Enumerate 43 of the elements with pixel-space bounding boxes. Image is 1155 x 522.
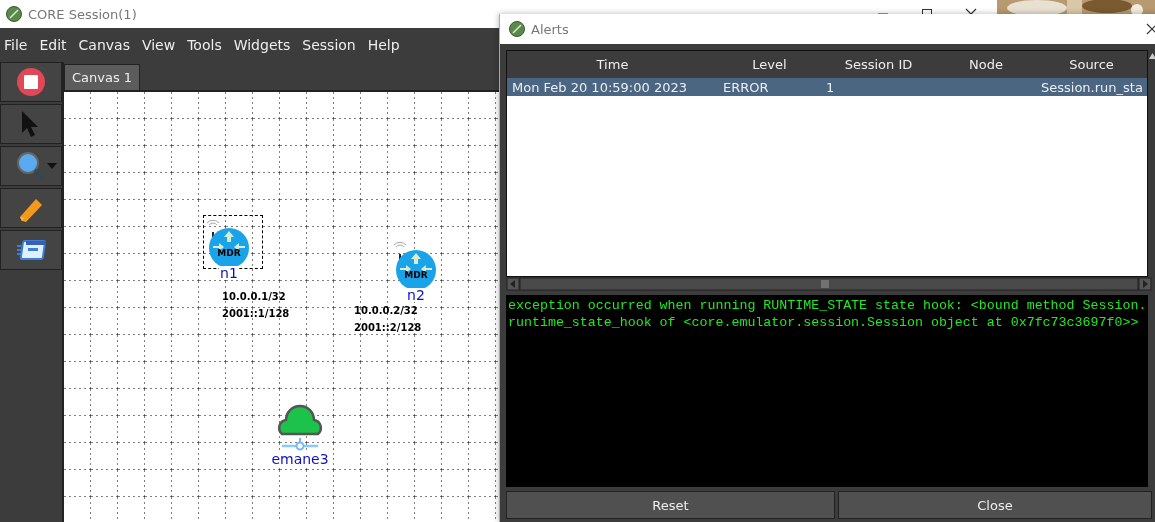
badge-label: MDR <box>216 248 242 258</box>
table-cell-text: Mon Feb 20 10:59:00 2023 <box>511 79 688 95</box>
app-logo-icon <box>6 6 22 22</box>
menu-item[interactable]: File <box>4 37 28 53</box>
tool-button[interactable] <box>0 230 62 270</box>
menu-item[interactable]: Session <box>302 37 356 53</box>
menu-item[interactable]: Edit <box>39 37 67 53</box>
node-label[interactable]: emane3 <box>270 452 330 466</box>
log-line: runtime_state_hook of <core.emulator.session.Session object at 0x7fc73c3697f0>> <box>508 314 1140 331</box>
dialog-button[interactable]: Close <box>838 491 1152 519</box>
column-header[interactable]: Level <box>718 57 821 72</box>
canvas-tab[interactable]: Canvas 1 <box>64 64 141 90</box>
window-title: Alerts <box>531 21 569 37</box>
column-header[interactable]: Session ID <box>821 57 936 72</box>
window-title: CORE Session(1) <box>28 6 137 22</box>
log-line: exception occurred when running RUNTIME_STATE state hook: <bound method Session. <box>508 297 1148 314</box>
node-label[interactable]: n2 <box>406 288 426 302</box>
node-label[interactable]: n1 <box>219 266 239 280</box>
badge-label: MDR <box>403 270 429 280</box>
table-cell-text: 1 <box>825 79 836 95</box>
menu-item[interactable]: Canvas <box>78 37 130 53</box>
app-logo-icon <box>509 21 525 37</box>
menu-item[interactable]: Tools <box>187 37 222 53</box>
menu-item[interactable]: Widgets <box>233 37 291 53</box>
address-label: 10.0.0.2/32 <box>354 304 419 318</box>
stop-icon <box>16 67 46 97</box>
table-cell-text: ERROR <box>722 79 770 95</box>
magnifier-icon <box>16 151 46 181</box>
menu-item[interactable]: View <box>141 37 176 53</box>
column-header[interactable]: Node <box>936 57 1036 72</box>
menu-item[interactable]: Help <box>367 37 400 53</box>
table-cell-text: Session.run_sta <box>1040 79 1144 95</box>
tool-button[interactable] <box>0 62 62 102</box>
address-label: 2001::1/128 <box>222 307 290 321</box>
tool-button[interactable] <box>0 146 62 186</box>
column-header[interactable]: Time <box>507 57 718 72</box>
tool-button[interactable] <box>0 188 62 228</box>
column-header[interactable]: Source <box>1036 57 1147 72</box>
dialog-button[interactable]: Reset <box>506 491 835 519</box>
address-label: 10.0.0.1/32 <box>222 290 287 304</box>
address-label: 2001::2/128 <box>354 321 422 335</box>
table-row[interactable]: Mon Feb 20 10:59:00 2023 ERROR 1 Session.run_sta <box>507 78 1147 96</box>
scroll-up-icon <box>1148 53 1155 59</box>
